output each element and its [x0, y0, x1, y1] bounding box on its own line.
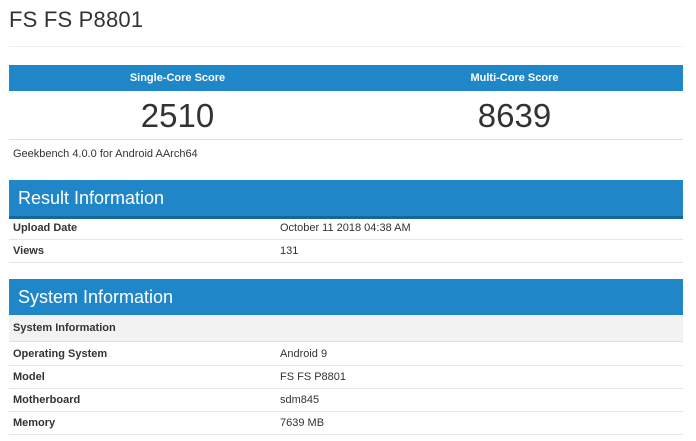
system-information-title: System Information [18, 286, 174, 307]
row-value: sdm845 [280, 394, 320, 406]
page-title: FS FS P8801 [9, 7, 144, 32]
system-information-subheading: System Information [9, 315, 683, 342]
row-key: Views [13, 245, 44, 257]
result-information-title: Result Information [18, 187, 165, 208]
table-row: Memory 7639 MB [9, 412, 683, 435]
row-value: 131 [280, 245, 299, 257]
title-divider [9, 46, 683, 47]
table-row: Motherboard sdm845 [9, 389, 683, 412]
row-value: 7639 MB [280, 417, 325, 429]
row-key: Memory [13, 417, 56, 429]
table-row: Model FS FS P8801 [9, 366, 683, 389]
row-value: Android 9 [280, 348, 328, 360]
table-row: Views 131 [9, 240, 683, 263]
row-key: Upload Date [13, 222, 78, 234]
row-key: Operating System [13, 348, 108, 360]
table-row: Operating System Android 9 [9, 343, 683, 366]
row-key: Motherboard [13, 394, 81, 406]
row-value: October 11 2018 04:38 AM [280, 222, 411, 234]
single-core-score: 2510 [140, 96, 215, 134]
system-information-header: System Information [9, 279, 683, 318]
row-value: FS FS P8801 [280, 371, 347, 383]
benchmark-version: Geekbench 4.0.0 for Android AArch64 [13, 148, 198, 160]
result-information-header: Result Information [9, 180, 683, 219]
table-row: Upload Date October 11 2018 04:38 AM [9, 217, 683, 240]
multi-core-label: Multi-Core Score [470, 72, 559, 84]
score-header: Single-Core Score Multi-Core Score [9, 65, 683, 91]
multi-core-score: 8639 [477, 96, 552, 134]
score-values: 2510 8639 [9, 92, 683, 140]
single-core-label: Single-Core Score [129, 72, 226, 84]
row-key: Model [13, 371, 45, 383]
